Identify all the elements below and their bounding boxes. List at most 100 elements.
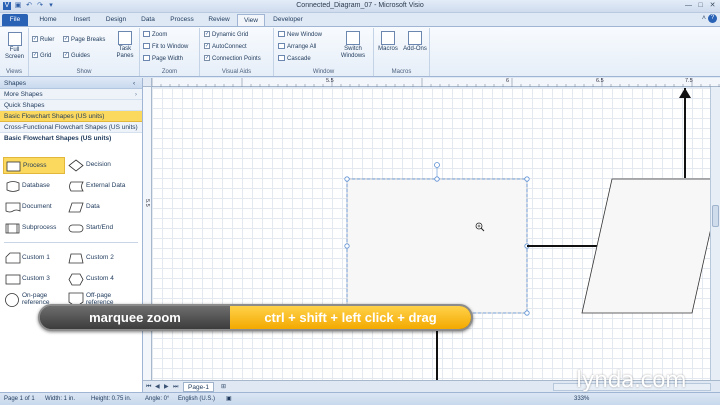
tab-file[interactable]: File: [2, 14, 28, 26]
master-decision[interactable]: Decision: [68, 157, 140, 174]
add-ons-button[interactable]: Add-Ons: [402, 31, 428, 53]
show-group-label: Show: [76, 69, 92, 75]
process-shape[interactable]: [346, 178, 528, 314]
page-width-icon: [143, 55, 150, 62]
diagram: [344, 88, 710, 380]
tab-data[interactable]: Data: [135, 14, 161, 26]
master-external-data[interactable]: External Data: [68, 178, 140, 195]
views-group-label: Views: [6, 69, 22, 75]
full-screen-icon: [7, 32, 22, 46]
quick-shapes-row[interactable]: Quick Shapes: [0, 100, 142, 111]
master-database[interactable]: Database: [3, 178, 65, 195]
chevron-right-icon: ›: [134, 91, 137, 98]
help-icon[interactable]: ?: [708, 14, 717, 23]
minimize-button[interactable]: —: [683, 1, 694, 10]
status-width: Width: 1 in.: [45, 396, 76, 402]
checkmark-icon: ✓: [32, 36, 38, 43]
status-bar: Page 1 of 1 Width: 1 in. Height: 0.75 in…: [0, 392, 720, 405]
collapse-pane-icon[interactable]: ‹: [133, 78, 135, 89]
checkmark-icon: ✓: [204, 31, 210, 38]
cross-functional-stencil-row[interactable]: Cross-Functional Flowchart Shapes (US un…: [0, 122, 142, 133]
decision-shape-icon: [68, 159, 84, 172]
zoom-group-label: Zoom: [161, 69, 178, 75]
zoom-icon: [143, 31, 150, 38]
macros-button[interactable]: Macros: [376, 31, 400, 53]
grid-checkbox[interactable]: ✓ Grid: [32, 52, 51, 60]
tab-insert[interactable]: Insert: [66, 14, 98, 26]
new-window-icon: [278, 31, 285, 38]
checkmark-icon: ✓: [204, 43, 210, 50]
master-custom-4[interactable]: Custom 4: [68, 271, 140, 288]
tab-developer[interactable]: Developer: [268, 14, 308, 26]
arrange-all-button[interactable]: Arrange All: [278, 43, 316, 51]
horizontal-ruler[interactable]: 5.5 6 6.5 7.5: [152, 78, 720, 87]
process-shape-icon: [6, 161, 21, 172]
rotation-handle[interactable]: [434, 162, 440, 168]
data-shape[interactable]: [581, 178, 710, 314]
macros-icon: [381, 31, 395, 45]
insert-page-icon[interactable]: ⊞: [221, 382, 226, 392]
master-custom-1[interactable]: Custom 1: [3, 250, 65, 267]
master-subprocess[interactable]: Subprocess: [3, 220, 65, 237]
new-window-button[interactable]: New Window: [278, 31, 322, 39]
page-tab[interactable]: Page-1: [183, 382, 214, 392]
caption-shortcut: ctrl + shift + left click + drag: [230, 306, 471, 329]
switch-windows-icon: [346, 31, 360, 45]
ruler-checkbox[interactable]: ✓ Ruler: [32, 36, 54, 44]
fit-to-window-button[interactable]: Fit to Window: [143, 43, 188, 51]
task-panes-button[interactable]: Task Panes: [113, 31, 137, 60]
custom-2-shape-icon: [68, 253, 84, 264]
status-angle: Angle: 0°: [145, 396, 170, 402]
autoconnect-checkbox[interactable]: ✓ AutoConnect: [204, 43, 247, 51]
caption-overlay: marquee zoom ctrl + shift + left click +…: [38, 304, 473, 331]
master-custom-3[interactable]: Custom 3: [3, 271, 65, 288]
checkmark-icon: ✓: [63, 36, 69, 43]
vertical-scrollbar[interactable]: [710, 87, 720, 380]
next-page-icon[interactable]: ▶: [164, 382, 169, 392]
window-group: New Window Arrange All Cascade Switch Wi…: [274, 28, 374, 76]
vertical-scroll-thumb[interactable]: [712, 205, 719, 227]
master-process[interactable]: Process: [3, 157, 65, 174]
close-button[interactable]: ✕: [707, 1, 718, 10]
ruler-label: 5.5: [144, 199, 150, 207]
minimize-ribbon-icon[interactable]: ˄: [702, 15, 706, 22]
master-custom-2[interactable]: Custom 2: [68, 250, 140, 267]
switch-windows-button[interactable]: Switch Windows: [336, 31, 370, 60]
cascade-button[interactable]: Cascade: [278, 55, 311, 63]
checkmark-icon: ✓: [204, 55, 210, 62]
page-width-button[interactable]: Page Width: [143, 55, 183, 63]
page-breaks-checkbox[interactable]: ✓ Page Breaks: [63, 36, 105, 44]
tab-view[interactable]: View: [237, 14, 265, 26]
macro-record-icon[interactable]: ▣: [226, 393, 232, 405]
zoom-group: Zoom Fit to Window Page Width Zoom: [140, 28, 200, 76]
vertical-ruler[interactable]: 5.5: [143, 87, 152, 380]
macros-group: Macros Add-Ons Macros: [374, 28, 430, 76]
maximize-button[interactable]: □: [695, 1, 706, 10]
window-title: Connected_Diagram_07 - Microsoft Visio: [296, 2, 424, 9]
ruler-label: 5.5: [326, 78, 334, 84]
more-shapes-row[interactable]: More Shapes ›: [0, 89, 142, 100]
stencil-title: Basic Flowchart Shapes (US units): [4, 135, 112, 142]
shapes-pane: Shapes ‹ More Shapes › Quick Shapes Basic…: [0, 78, 143, 393]
document-shape-icon: [5, 202, 21, 213]
previous-page-icon[interactable]: ◀: [155, 382, 160, 392]
tab-review[interactable]: Review: [203, 14, 235, 26]
last-page-icon[interactable]: ⏭: [173, 382, 178, 392]
arrange-all-icon: [278, 43, 285, 50]
master-document[interactable]: Document: [3, 199, 65, 216]
full-screen-button[interactable]: Full Screen: [2, 32, 27, 61]
master-data[interactable]: Data: [68, 199, 140, 216]
zoom-button[interactable]: Zoom: [143, 31, 167, 39]
drawing-canvas[interactable]: [152, 88, 710, 380]
master-start-end[interactable]: Start/End: [68, 220, 140, 237]
basic-flowchart-stencil-row[interactable]: Basic Flowchart Shapes (US units): [0, 111, 142, 122]
tab-design[interactable]: Design: [101, 14, 131, 26]
connection-points-checkbox[interactable]: ✓ Connection Points: [204, 55, 261, 63]
tab-process[interactable]: Process: [164, 14, 200, 26]
first-page-icon[interactable]: ⏮: [146, 382, 151, 392]
tab-home[interactable]: Home: [34, 14, 62, 26]
dynamic-grid-checkbox[interactable]: ✓ Dynamic Grid: [204, 31, 248, 39]
guides-checkbox[interactable]: ✓ Guides: [63, 52, 90, 60]
macros-group-label: Macros: [391, 69, 412, 75]
status-zoom[interactable]: 333%: [574, 393, 589, 405]
